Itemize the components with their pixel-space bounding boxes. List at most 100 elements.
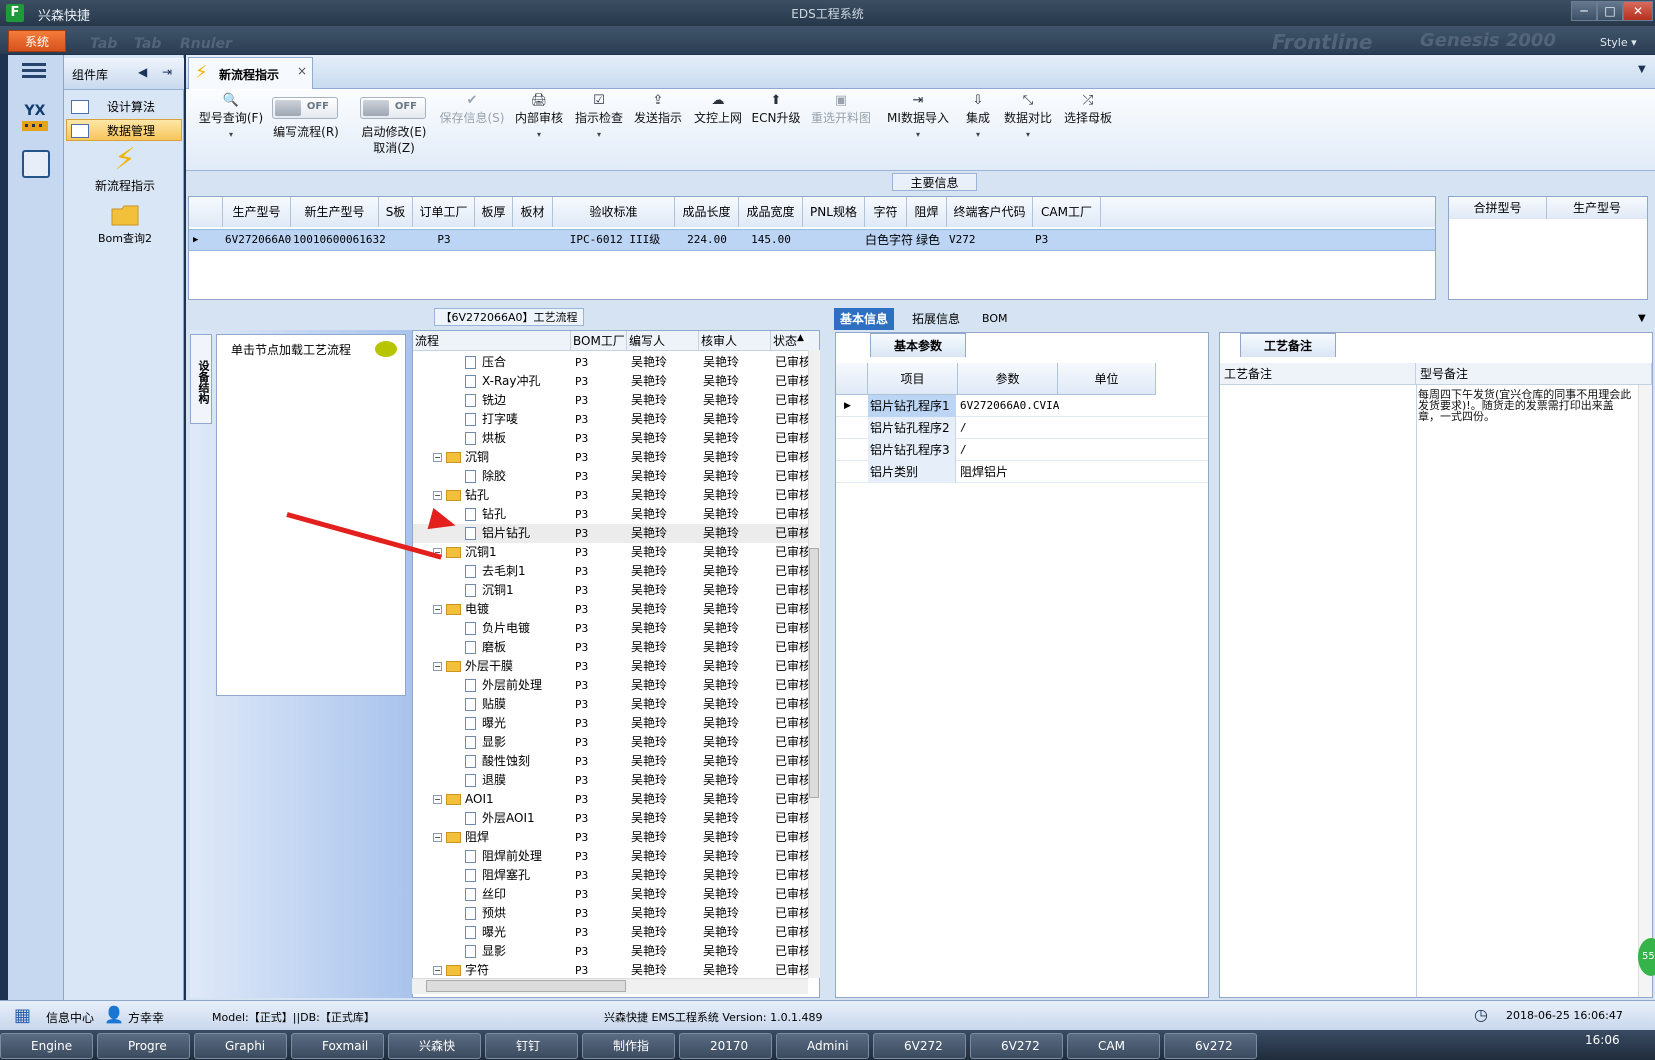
- tree-node[interactable]: − 外层干膜: [433, 657, 513, 676]
- param-value[interactable]: /: [958, 439, 967, 461]
- tabstrip-dropdown-icon[interactable]: ▼: [1638, 64, 1646, 75]
- yx-module-icon[interactable]: YX: [18, 103, 52, 137]
- tab-device-structure[interactable]: 设备结构: [190, 334, 212, 424]
- tree-node[interactable]: 压合: [465, 353, 506, 372]
- taskbar-item[interactable]: 兴森快: [388, 1033, 481, 1059]
- chat-bubble-icon[interactable]: [375, 341, 397, 357]
- tree-row[interactable]: 沉铜1 P3 吴艳玲 吴艳玲 已审核: [413, 581, 809, 600]
- tree-scroll-thumb[interactable]: [809, 548, 819, 798]
- taskbar-item[interactable]: 20170: [679, 1033, 772, 1059]
- memo-scrollbar[interactable]: [1638, 385, 1652, 997]
- tree-node[interactable]: − 钻孔: [433, 486, 489, 505]
- model-note-text[interactable]: 每周四下午发货(宜兴仓库的同事不用理会此发货要求)!。随货走的发票需打印出来盖章…: [1418, 389, 1633, 422]
- tree-row[interactable]: 曝光 P3 吴艳玲 吴艳玲 已审核: [413, 923, 809, 942]
- cell[interactable]: P3: [1035, 230, 1048, 250]
- cancel-label[interactable]: 取消(Z): [352, 139, 436, 156]
- col-header[interactable]: 核审人: [699, 331, 771, 351]
- calculator-icon[interactable]: [22, 150, 50, 178]
- tree-row[interactable]: − 沉铜1 P3 吴艳玲 吴艳玲 已审核: [413, 543, 809, 562]
- data-compare-button[interactable]: ⤡ 数据对比 ▾: [1000, 93, 1056, 139]
- taskbar-item[interactable]: Engine: [0, 1033, 93, 1059]
- col-header[interactable]: 订单工厂: [413, 197, 475, 227]
- tree-node[interactable]: 退膜: [465, 771, 506, 790]
- tree-node[interactable]: 外层前处理: [465, 676, 542, 695]
- col-header[interactable]: 阻焊: [907, 197, 947, 227]
- tree-node[interactable]: 显影: [465, 942, 506, 961]
- tree-row[interactable]: 除胶 P3 吴艳玲 吴艳玲 已审核: [413, 467, 809, 486]
- tree-node[interactable]: 负片电镀: [465, 619, 530, 638]
- collapse-icon[interactable]: −: [433, 966, 442, 975]
- tree-row[interactable]: − 沉铜 P3 吴艳玲 吴艳玲 已审核: [413, 448, 809, 467]
- tree-row[interactable]: 打字唛 P3 吴艳玲 吴艳玲 已审核: [413, 410, 809, 429]
- tree-node[interactable]: 铣边: [465, 391, 506, 410]
- cell[interactable]: V272: [949, 230, 976, 250]
- col-header[interactable]: CAM工厂: [1033, 197, 1101, 227]
- tab-basic-info[interactable]: 基本信息: [834, 308, 895, 330]
- tree-node[interactable]: X-Ray冲孔: [465, 372, 540, 391]
- tree-row[interactable]: 外层前处理 P3 吴艳玲 吴艳玲 已审核: [413, 676, 809, 695]
- taskbar-item[interactable]: 6V272: [970, 1033, 1063, 1059]
- param-value[interactable]: /: [958, 417, 967, 439]
- tree-row[interactable]: − 阻焊 P3 吴艳玲 吴艳玲 已审核: [413, 828, 809, 847]
- tree-row[interactable]: 烘板 P3 吴艳玲 吴艳玲 已审核: [413, 429, 809, 448]
- tree-node[interactable]: − AOI1: [433, 790, 494, 809]
- save-info-button[interactable]: ✔ 保存信息(S): [436, 93, 508, 126]
- tree-row[interactable]: 阻焊塞孔 P3 吴艳玲 吴艳玲 已审核: [413, 866, 809, 885]
- collapse-icon[interactable]: −: [433, 491, 442, 500]
- tree-row[interactable]: 退膜 P3 吴艳玲 吴艳玲 已审核: [413, 771, 809, 790]
- info-center[interactable]: 信息中心: [46, 1009, 94, 1026]
- tree-row[interactable]: − 钻孔 P3 吴艳玲 吴艳玲 已审核: [413, 486, 809, 505]
- tree-node[interactable]: 磨板: [465, 638, 506, 657]
- cell[interactable]: 绿色: [909, 230, 947, 250]
- table-row[interactable]: 铝片钻孔程序2/: [836, 417, 1208, 439]
- cell[interactable]: 10010600061632: [293, 230, 386, 250]
- tree-node[interactable]: 预烘: [465, 904, 506, 923]
- pin-icon[interactable]: ⇥: [162, 65, 172, 79]
- tree-row[interactable]: 钻孔 P3 吴艳玲 吴艳玲 已审核: [413, 505, 809, 524]
- tree-row[interactable]: 去毛刺1 P3 吴艳玲 吴艳玲 已审核: [413, 562, 809, 581]
- doc-control-button[interactable]: ☁ 文控上网: [690, 93, 746, 126]
- tree-row[interactable]: 显影 P3 吴艳玲 吴艳玲 已审核: [413, 942, 809, 961]
- tree-node[interactable]: 贴膜: [465, 695, 506, 714]
- bom-query-shortcut[interactable]: Bom查询2: [80, 203, 170, 246]
- tab-extended-info[interactable]: 拓展信息: [906, 308, 966, 330]
- taskbar-item[interactable]: CAM: [1067, 1033, 1160, 1059]
- cell[interactable]: 6V272066A0: [225, 230, 291, 250]
- cell[interactable]: 白色字符: [865, 230, 913, 250]
- table-row[interactable]: ▶ 铝片钻孔程序1 6V272066A0.CVIA: [836, 395, 1208, 417]
- col-header[interactable]: 流程: [413, 331, 571, 351]
- taskbar-item[interactable]: Graphi: [194, 1033, 287, 1059]
- taskbar-item[interactable]: Progre: [97, 1033, 190, 1059]
- col-header[interactable]: 合拼型号: [1449, 197, 1547, 219]
- instruction-check-button[interactable]: ☑ 指示检查 ▾: [572, 93, 626, 139]
- col-header[interactable]: 编写人: [627, 331, 699, 351]
- tree-row[interactable]: 曝光 P3 吴艳玲 吴艳玲 已审核: [413, 714, 809, 733]
- tree-node[interactable]: 沉铜1: [465, 581, 514, 600]
- cell[interactable]: P3: [415, 230, 473, 250]
- tree-node[interactable]: − 沉铜: [433, 448, 489, 467]
- tree-row[interactable]: − AOI1 P3 吴艳玲 吴艳玲 已审核: [413, 790, 809, 809]
- col-header[interactable]: 状态: [771, 331, 819, 351]
- tree-row[interactable]: 外层AOI1 P3 吴艳玲 吴艳玲 已审核: [413, 809, 809, 828]
- tree-row[interactable]: − 电镀 P3 吴艳玲 吴艳玲 已审核: [413, 600, 809, 619]
- col-header[interactable]: 新生产型号: [291, 197, 379, 227]
- hamburger-icon[interactable]: [22, 60, 46, 84]
- taskbar-item[interactable]: 6V272: [873, 1033, 966, 1059]
- col-header[interactable]: 单位: [1058, 363, 1156, 395]
- tree-node[interactable]: 打字唛: [465, 410, 518, 429]
- tab-bom[interactable]: BOM: [976, 308, 1014, 330]
- model-query-button[interactable]: 🔍 型号查询(F) ▾: [194, 93, 268, 139]
- param-value[interactable]: 6V272066A0.CVIA: [958, 395, 1059, 417]
- col-header[interactable]: 工艺备注: [1220, 363, 1416, 385]
- col-header[interactable]: 参数: [958, 363, 1058, 395]
- cell[interactable]: 145.00: [741, 230, 801, 250]
- col-header[interactable]: 生产型号: [1547, 197, 1647, 219]
- col-header[interactable]: 生产型号: [223, 197, 291, 227]
- lib-item-data-management[interactable]: 数据管理: [66, 119, 182, 141]
- col-header[interactable]: 字符: [865, 197, 907, 227]
- tree-row[interactable]: 铣边 P3 吴艳玲 吴艳玲 已审核: [413, 391, 809, 410]
- col-header[interactable]: 成品长度: [675, 197, 739, 227]
- reselect-cut-chart-button[interactable]: ▣ 重选开料图: [806, 93, 876, 126]
- col-header[interactable]: 成品宽度: [739, 197, 803, 227]
- tree-row[interactable]: 预烘 P3 吴艳玲 吴艳玲 已审核: [413, 904, 809, 923]
